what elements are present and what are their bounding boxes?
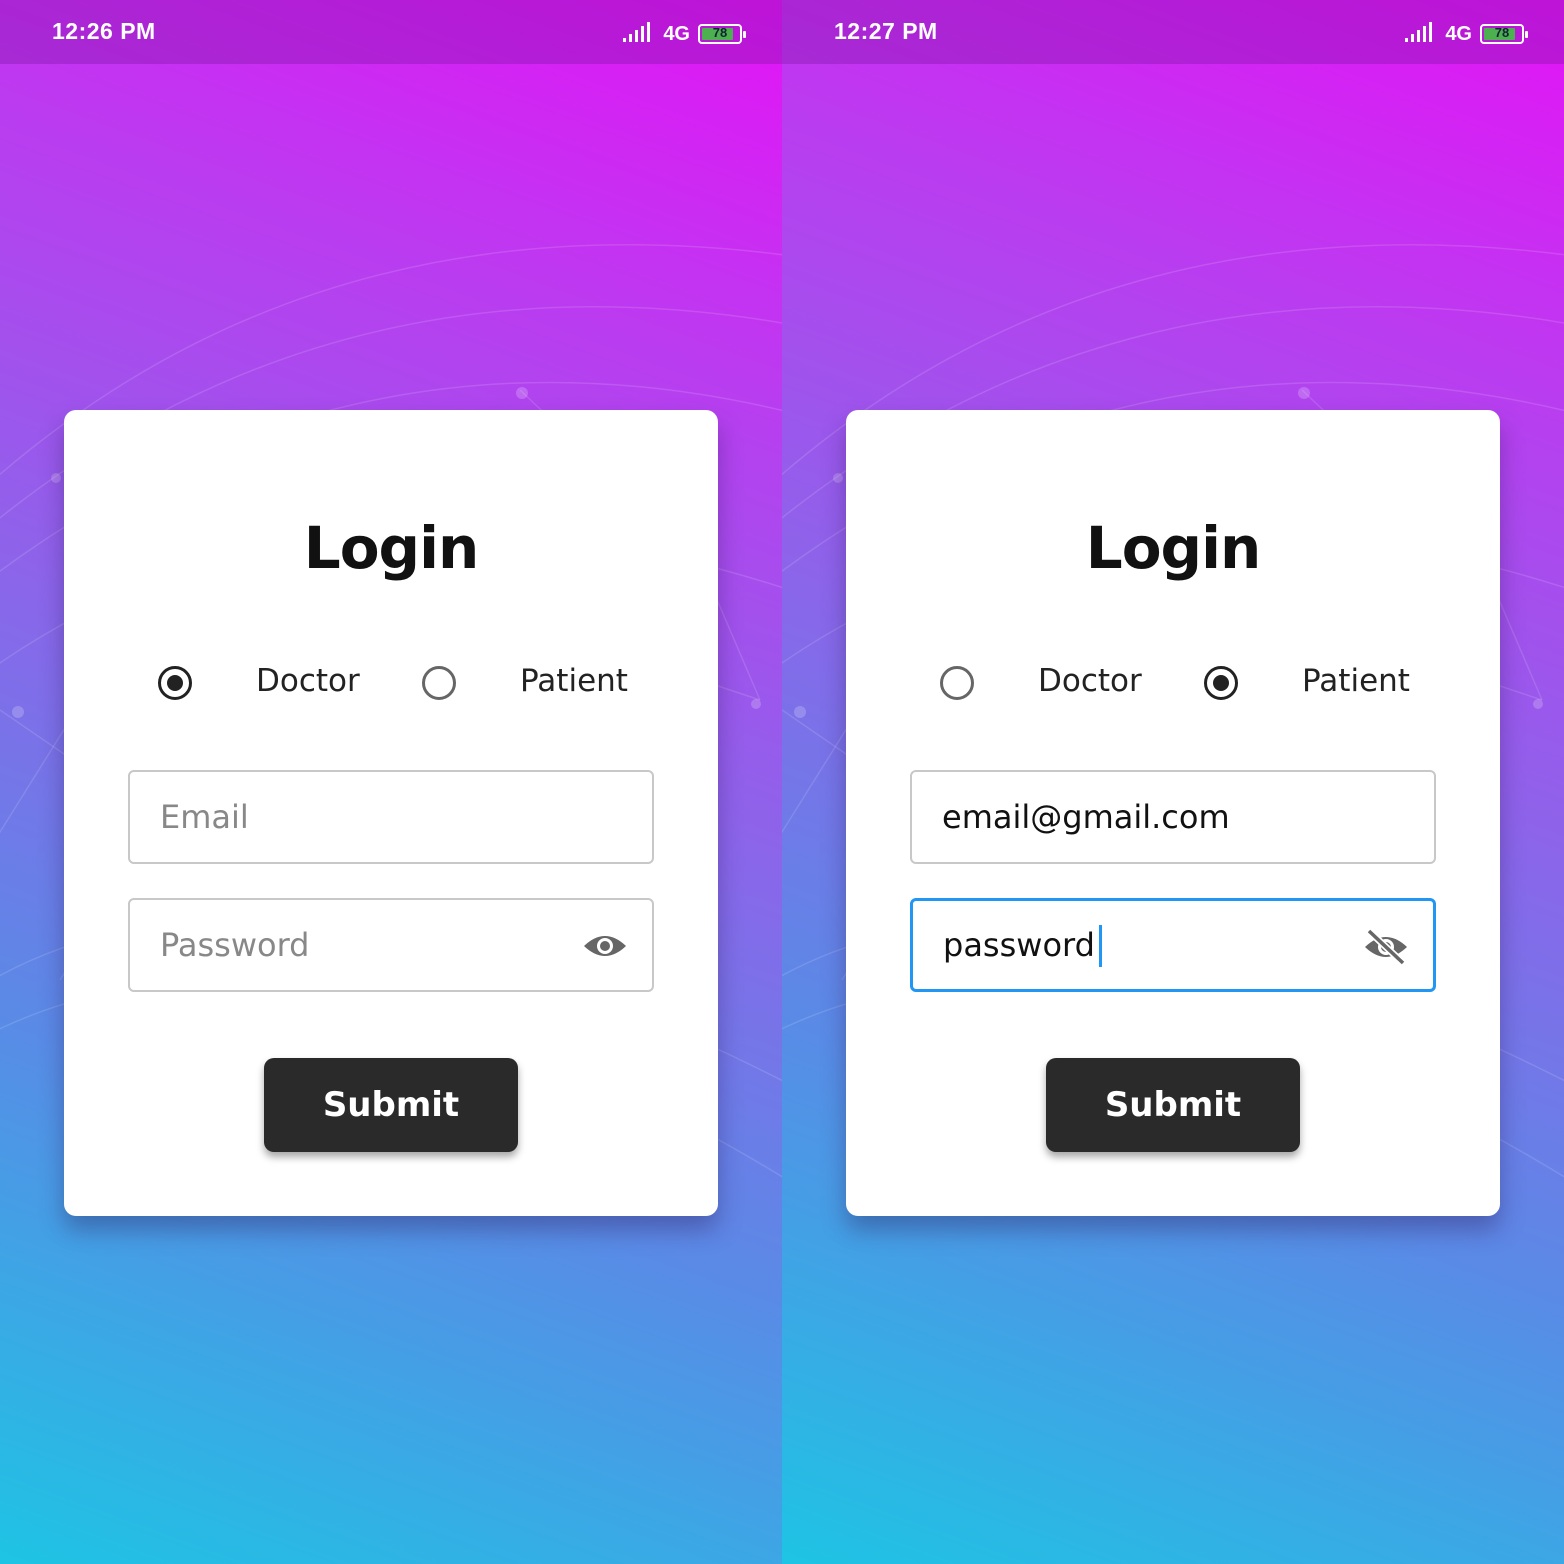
password-field[interactable] bbox=[128, 898, 654, 992]
signal-icon bbox=[1405, 22, 1433, 42]
radio-patient[interactable] bbox=[1204, 666, 1238, 700]
email-input[interactable] bbox=[942, 772, 1342, 862]
status-time: 12:27 PM bbox=[834, 18, 938, 44]
email-input[interactable] bbox=[160, 772, 560, 862]
text-cursor bbox=[1099, 925, 1102, 967]
battery-icon: 78 bbox=[1480, 24, 1528, 44]
page-title: Login bbox=[1085, 514, 1262, 582]
status-bar: 12:26 PM 4G 78 bbox=[0, 0, 782, 64]
battery-level: 78 bbox=[712, 25, 728, 40]
email-field[interactable] bbox=[910, 770, 1436, 864]
password-input[interactable] bbox=[160, 900, 560, 990]
radio-patient[interactable] bbox=[422, 666, 456, 700]
battery-level: 78 bbox=[1494, 25, 1510, 40]
login-card: Login Doctor Patient Submit bbox=[64, 410, 718, 1216]
signal-icon bbox=[623, 22, 651, 42]
login-screen-before: 12:26 PM 4G 78 Login Doctor Patient Emai… bbox=[0, 0, 782, 1564]
page-title: Login bbox=[303, 514, 480, 582]
radio-label-doctor[interactable]: Doctor bbox=[1038, 663, 1142, 699]
status-bar: 12:27 PM 4G 78 bbox=[782, 0, 1564, 64]
radio-doctor[interactable] bbox=[940, 666, 974, 700]
radio-label-patient[interactable]: Patient bbox=[520, 663, 628, 699]
radio-label-doctor[interactable]: Doctor bbox=[256, 663, 360, 699]
password-input[interactable] bbox=[943, 901, 1343, 989]
network-type: 4G bbox=[1445, 22, 1472, 45]
password-field[interactable] bbox=[910, 898, 1436, 992]
status-time: 12:26 PM bbox=[52, 18, 156, 44]
radio-doctor[interactable] bbox=[158, 666, 192, 700]
email-field[interactable] bbox=[128, 770, 654, 864]
login-card: Login Doctor Patient Submit bbox=[846, 410, 1500, 1216]
login-screen-after: 12:27 PM 4G 78 Login Doctor Patient emai… bbox=[782, 0, 1564, 1564]
role-selector: Doctor Patient bbox=[846, 663, 1500, 706]
eye-icon[interactable] bbox=[582, 928, 628, 964]
radio-label-patient[interactable]: Patient bbox=[1302, 663, 1410, 699]
submit-button[interactable]: Submit bbox=[1046, 1058, 1300, 1152]
submit-button[interactable]: Submit bbox=[264, 1058, 518, 1152]
battery-icon: 78 bbox=[698, 24, 746, 44]
eye-off-icon[interactable] bbox=[1363, 929, 1409, 965]
role-selector: Doctor Patient bbox=[64, 663, 718, 706]
network-type: 4G bbox=[663, 22, 690, 45]
